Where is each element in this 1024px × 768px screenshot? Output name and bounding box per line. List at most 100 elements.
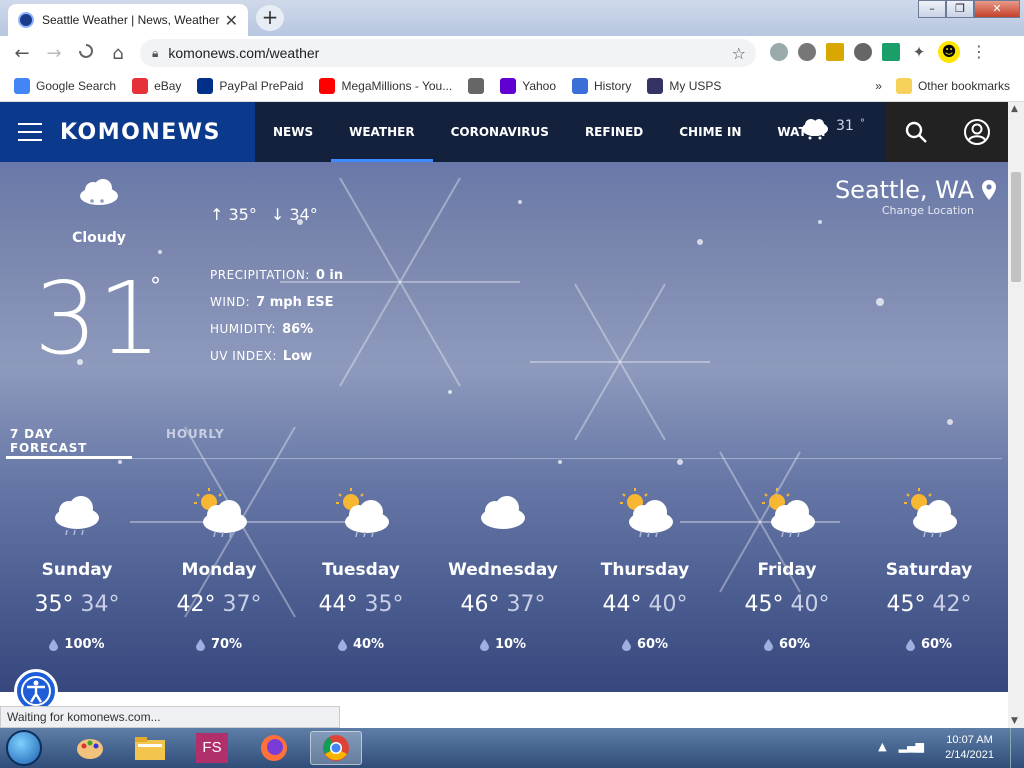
network-signal-icon[interactable]: ▂▄▆ bbox=[899, 740, 924, 753]
day-precip: 60% bbox=[858, 637, 1000, 652]
precip-value: 0 in bbox=[315, 268, 344, 283]
forward-button[interactable]: → bbox=[38, 43, 70, 64]
menu-kebab-icon[interactable]: ⋮ bbox=[970, 43, 988, 61]
site-logo[interactable]: KOMONEWS bbox=[60, 120, 221, 145]
smiley-profile-icon[interactable]: ☻ bbox=[938, 41, 960, 63]
extension-icon-2[interactable] bbox=[798, 43, 816, 61]
browser-toolbar: ← → ⌂ 🔒︎ komonews.com/weather ☆ ✦ ☻ ⋮ bbox=[0, 36, 1024, 70]
minimize-button[interactable]: – bbox=[918, 0, 946, 18]
forecast-tab-7-day-forecast[interactable]: 7 DAY FORECAST bbox=[6, 423, 132, 459]
bookmark-item[interactable]: MegaMillions - You... bbox=[319, 77, 452, 94]
city-name: Seattle, WA bbox=[834, 176, 974, 204]
change-location-link[interactable]: Change Location bbox=[835, 204, 974, 217]
bookmark-item[interactable]: Yahoo bbox=[500, 77, 556, 94]
accessibility-icon bbox=[21, 676, 51, 706]
header-temp: 31 bbox=[836, 118, 854, 134]
loading-spinner-icon bbox=[79, 43, 93, 58]
raindrop-icon bbox=[905, 638, 915, 651]
paint-icon[interactable] bbox=[64, 731, 116, 765]
day-temps: 45° 40° bbox=[716, 592, 858, 617]
scroll-down-arrow-icon[interactable]: ▼ bbox=[1011, 716, 1018, 726]
day-high: 45° bbox=[886, 592, 926, 617]
start-button[interactable] bbox=[6, 730, 42, 766]
forecast-day-friday[interactable]: Friday 45° 40° 60% bbox=[716, 486, 858, 652]
bookmarks-right: » Other bookmarks bbox=[875, 70, 1010, 102]
extension-icon-4[interactable] bbox=[854, 43, 872, 61]
search-icon[interactable] bbox=[904, 120, 928, 144]
close-tab-icon[interactable]: ✕ bbox=[225, 11, 238, 30]
back-button[interactable]: ← bbox=[6, 43, 38, 64]
address-bar[interactable]: 🔒︎ komonews.com/weather ☆ bbox=[140, 39, 756, 67]
forecast-tab-hourly[interactable]: HOURLY bbox=[162, 423, 229, 459]
forecast-day-thursday[interactable]: Thursday 44° 40° 60% bbox=[574, 486, 716, 652]
usps-icon bbox=[647, 77, 664, 94]
firefox-icon[interactable] bbox=[248, 731, 300, 765]
bookmark-item[interactable]: My USPS bbox=[647, 77, 721, 94]
day-low: 40° bbox=[648, 592, 688, 617]
loading-stop-button[interactable] bbox=[70, 43, 102, 64]
new-tab-button[interactable]: + bbox=[256, 5, 284, 31]
extension-icon-5[interactable] bbox=[882, 43, 900, 61]
taskbar-clock[interactable]: 10:07 AM 2/14/2021 bbox=[945, 733, 994, 763]
bookmark-item[interactable]: PayPal PrePaid bbox=[197, 77, 304, 94]
window-controls: – ❐ ✕ bbox=[918, 0, 1020, 18]
day-name: Saturday bbox=[885, 560, 973, 580]
scroll-up-arrow-icon[interactable]: ▲ bbox=[1011, 104, 1018, 114]
day-low: 37° bbox=[506, 592, 546, 617]
bookmark-item[interactable]: Google Search bbox=[14, 77, 116, 94]
forecast-tabs: 7 DAY FORECAST HOURLY bbox=[6, 423, 1002, 459]
ebay-icon bbox=[132, 77, 149, 94]
window-close-button[interactable]: ✕ bbox=[974, 0, 1020, 18]
account-icon[interactable] bbox=[963, 118, 991, 146]
current-temperature: 31 bbox=[34, 260, 162, 377]
nav-item-chime-in[interactable]: CHIME IN bbox=[661, 102, 759, 162]
site-header: KOMONEWS NEWS WEATHER CORONAVIRUS REFINED CH… bbox=[0, 102, 1008, 162]
url-text: komonews.com/weather bbox=[168, 45, 320, 61]
humidity-label: HUMIDITY: bbox=[210, 322, 277, 336]
maximize-button[interactable]: ❐ bbox=[946, 0, 974, 18]
fs-app-icon[interactable]: FS bbox=[186, 731, 238, 765]
browser-tab-active[interactable]: Seattle Weather | News, Weather ✕ bbox=[8, 4, 248, 36]
yahoo-icon bbox=[500, 77, 517, 94]
nav-item-news[interactable]: NEWS bbox=[255, 102, 331, 162]
day-low: 35° bbox=[364, 592, 404, 617]
sun-cloud-rain-icon bbox=[574, 486, 716, 538]
raindrop-icon bbox=[195, 638, 205, 651]
header-temp-deg: ° bbox=[859, 118, 865, 129]
bookmark-item[interactable]: History bbox=[572, 77, 631, 94]
nav-item-weather[interactable]: WEATHER bbox=[331, 102, 433, 162]
puzzle-extensions-icon[interactable]: ✦ bbox=[910, 43, 928, 61]
scrollbar-thumb[interactable] bbox=[1011, 172, 1021, 282]
forecast-day-saturday[interactable]: Saturday 45° 42° 60% bbox=[858, 486, 1000, 652]
file-explorer-icon[interactable] bbox=[124, 731, 176, 765]
forecast-day-tuesday[interactable]: Tuesday 44° 35° 40% bbox=[290, 486, 432, 652]
forecast-day-sunday[interactable]: Sunday 35° 34° 100% bbox=[6, 486, 148, 652]
extension-icon-1[interactable] bbox=[770, 43, 788, 61]
bookmark-star-icon[interactable]: ☆ bbox=[732, 44, 746, 63]
chrome-icon[interactable] bbox=[310, 731, 362, 765]
forecast-day-monday[interactable]: Monday 42° 37° 70% bbox=[148, 486, 290, 652]
other-bookmarks-folder[interactable]: Other bookmarks bbox=[895, 78, 1010, 94]
day-precip: 100% bbox=[6, 637, 148, 652]
bookmark-label: PayPal PrePaid bbox=[219, 78, 304, 93]
nav-item-coronavirus[interactable]: CORONAVIRUS bbox=[433, 102, 567, 162]
home-button[interactable]: ⌂ bbox=[102, 43, 134, 64]
tray-arrow-icon[interactable]: ▲ bbox=[878, 740, 886, 753]
extension-icon-3[interactable] bbox=[826, 43, 844, 61]
header-tools bbox=[886, 102, 1008, 162]
forecast-day-wednesday[interactable]: Wednesday 46° 37° 10% bbox=[432, 486, 574, 652]
bookmark-item[interactable] bbox=[468, 77, 485, 94]
header-weather-widget[interactable]: 31 ° bbox=[800, 118, 865, 140]
more-bookmarks-button[interactable]: » bbox=[875, 79, 882, 93]
show-desktop-button[interactable] bbox=[1010, 728, 1024, 768]
hamburger-menu-icon[interactable] bbox=[18, 123, 42, 141]
bookmark-item[interactable]: eBay bbox=[132, 77, 181, 94]
vertical-scrollbar[interactable]: ▲ ▼ bbox=[1008, 102, 1024, 728]
raindrop-icon bbox=[479, 638, 489, 651]
current-details: PRECIPITATION: 0 in WIND: 7 mph ESE HUMIDI… bbox=[210, 262, 343, 370]
nav-item-refined[interactable]: REFINED bbox=[567, 102, 661, 162]
location-pin-icon[interactable] bbox=[982, 180, 996, 200]
day-temps: 44° 40° bbox=[574, 592, 716, 617]
current-cloudy-snow-icon bbox=[80, 179, 118, 205]
cloud-snow-icon bbox=[6, 486, 148, 538]
